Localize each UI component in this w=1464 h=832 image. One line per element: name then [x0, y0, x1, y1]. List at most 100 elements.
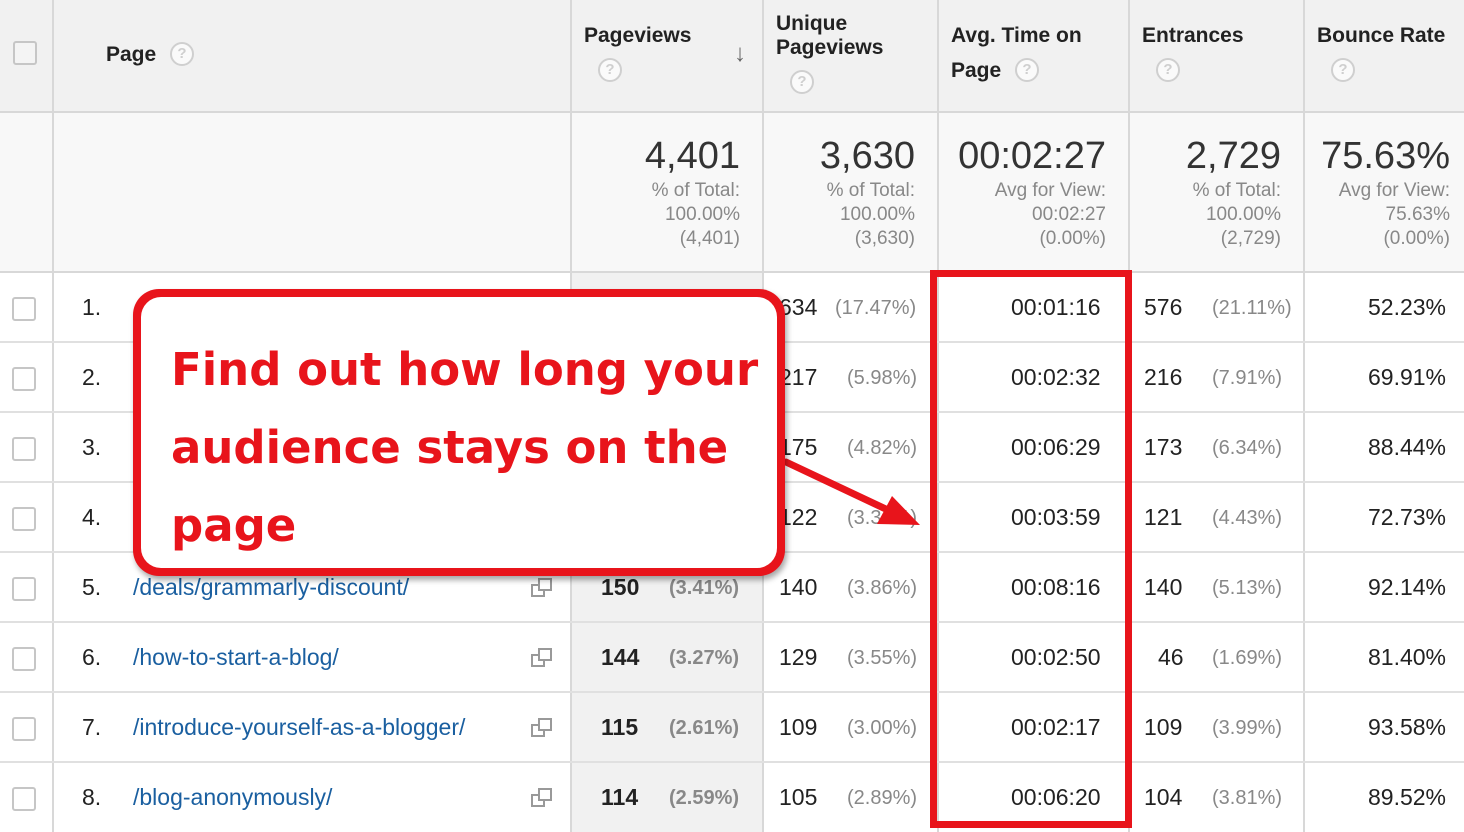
- pageviews-value: 114: [601, 784, 639, 810]
- help-icon[interactable]: ?: [1015, 58, 1039, 82]
- row-number: 3.: [82, 434, 102, 460]
- row-checkbox[interactable]: [12, 647, 36, 671]
- total-subtext: % of Total:: [651, 180, 740, 201]
- table-row: 6. /how-to-start-a-blog/ 144 (3.27%) 129…: [0, 623, 1464, 693]
- help-icon[interactable]: ?: [1331, 58, 1355, 82]
- unique-pageviews-value: 105: [779, 784, 818, 810]
- entrances-column-label: Entrances: [1142, 24, 1244, 47]
- callout-body: Find out how long your audience stays on…: [141, 297, 777, 568]
- bounce-rate-value: 88.44%: [1368, 434, 1447, 460]
- row-checkbox[interactable]: [12, 717, 36, 741]
- entrances-value: 46: [1158, 644, 1184, 670]
- pageviews-column-label: Pageviews: [584, 24, 692, 47]
- unique-pageviews-value: 109: [779, 714, 818, 740]
- row-number: 7.: [82, 714, 102, 740]
- pageviews-percent: (2.61%): [669, 717, 740, 739]
- help-icon[interactable]: ?: [598, 58, 622, 82]
- row-checkbox[interactable]: [12, 367, 36, 391]
- entrances-percent: (3.99%): [1212, 717, 1283, 739]
- annotation-callout: Find out how long your audience stays on…: [133, 289, 785, 576]
- pageviews-value: 150: [601, 574, 640, 600]
- entrances-value: 576: [1144, 294, 1183, 320]
- help-icon[interactable]: ?: [1156, 58, 1180, 82]
- row-number: 4.: [82, 504, 102, 530]
- total-subtext: (2,729): [1220, 228, 1281, 249]
- totals-pageviews-cell: 4,401 % of Total: 100.00% (4,401): [572, 113, 764, 273]
- total-unique-value: 3,630: [819, 135, 915, 177]
- entrances-value: 173: [1144, 434, 1183, 460]
- total-subtext: 100.00%: [664, 204, 740, 225]
- page-link[interactable]: /introduce-yourself-as-a-blogger/: [133, 714, 465, 741]
- avg-time-highlight-box: [930, 270, 1132, 828]
- page-link[interactable]: /deals/grammarly-discount/: [133, 574, 409, 601]
- header-unique-cell[interactable]: Unique Pageviews ?: [764, 0, 939, 113]
- bounce-rate-value: 81.40%: [1368, 644, 1447, 670]
- total-entrances-value: 2,729: [1185, 135, 1281, 177]
- total-subtext: 100.00%: [839, 204, 915, 225]
- total-subtext: (0.00%): [1039, 228, 1106, 249]
- pageviews-percent: (3.27%): [669, 647, 740, 669]
- bounce-column-label: Bounce Rate: [1317, 24, 1446, 47]
- totals-page-cell: [54, 113, 572, 273]
- sort-descending-icon[interactable]: ↓: [734, 40, 746, 68]
- help-icon[interactable]: ?: [170, 42, 194, 66]
- table-row: 7. /introduce-yourself-as-a-blogger/ 115…: [0, 693, 1464, 763]
- entrances-percent: (3.81%): [1212, 787, 1283, 809]
- unique-pageviews-percent: (2.89%): [847, 787, 918, 809]
- total-subtext: 75.63%: [1385, 204, 1450, 225]
- select-all-checkbox[interactable]: [13, 41, 37, 65]
- unique-pageviews-value: 129: [779, 644, 818, 670]
- header-checkbox-cell: [0, 0, 54, 113]
- unique-pageviews-percent: (3.36%): [847, 507, 918, 529]
- bounce-rate-value: 69.91%: [1368, 364, 1447, 390]
- entrances-percent: (4.43%): [1212, 507, 1283, 529]
- table-row: 8. /blog-anonymously/ 114 (2.59%) 105 (2…: [0, 763, 1464, 832]
- row-number: 6.: [82, 644, 102, 670]
- row-number: 1.: [82, 294, 102, 320]
- avgtime-column-label-line2: Page: [951, 59, 1002, 82]
- header-entrances-cell[interactable]: Entrances ?: [1130, 0, 1305, 113]
- unique-pageviews-percent: (17.47%): [835, 297, 917, 319]
- open-in-new-window-icon[interactable]: [531, 648, 553, 668]
- open-in-new-window-icon[interactable]: [531, 718, 553, 738]
- page-link[interactable]: /how-to-start-a-blog/: [133, 644, 339, 671]
- entrances-percent: (5.13%): [1212, 577, 1283, 599]
- page-column-label: Page: [106, 43, 157, 66]
- totals-avgtime-cell: 00:02:27 Avg for View: 00:02:27 (0.00%): [939, 113, 1130, 273]
- open-in-new-window-icon[interactable]: [531, 788, 553, 808]
- entrances-value: 121: [1144, 504, 1183, 530]
- row-checkbox[interactable]: [12, 437, 36, 461]
- total-avgtime-value: 00:02:27: [958, 135, 1106, 177]
- bounce-rate-value: 92.14%: [1368, 574, 1447, 600]
- help-icon[interactable]: ?: [790, 70, 814, 94]
- unique-pageviews-percent: (3.55%): [847, 647, 918, 669]
- row-checkbox[interactable]: [12, 507, 36, 531]
- entrances-value: 109: [1144, 714, 1183, 740]
- header-page-cell[interactable]: Page ?: [54, 0, 572, 113]
- totals-bounce-cell: 75.63% Avg for View: 75.63% (0.00%): [1305, 113, 1464, 273]
- unique-pageviews-percent: (3.86%): [847, 577, 918, 599]
- total-bounce-value: 75.63%: [1321, 135, 1450, 177]
- header-avgtime-cell[interactable]: Avg. Time on Page ?: [939, 0, 1130, 113]
- pageviews-percent: (3.41%): [669, 577, 740, 599]
- header-bounce-cell[interactable]: Bounce Rate ?: [1305, 0, 1464, 113]
- bounce-rate-value: 52.23%: [1368, 294, 1447, 320]
- total-subtext: % of Total:: [826, 180, 915, 201]
- total-subtext: Avg for View:: [994, 180, 1106, 201]
- open-in-new-window-icon[interactable]: [531, 578, 553, 598]
- bounce-rate-value: 93.58%: [1368, 714, 1447, 740]
- totals-blank-cell: [0, 113, 54, 273]
- row-checkbox[interactable]: [12, 297, 36, 321]
- entrances-percent: (21.11%): [1212, 297, 1292, 319]
- pageviews-value: 115: [601, 714, 639, 740]
- total-subtext: 100.00%: [1205, 204, 1281, 225]
- totals-entrances-cell: 2,729 % of Total: 100.00% (2,729): [1130, 113, 1305, 273]
- page-link[interactable]: /blog-anonymously/: [133, 784, 332, 811]
- unique-pageviews-percent: (4.82%): [847, 437, 918, 459]
- row-checkbox[interactable]: [12, 787, 36, 811]
- row-checkbox[interactable]: [12, 577, 36, 601]
- entrances-value: 104: [1144, 784, 1183, 810]
- bounce-rate-value: 89.52%: [1368, 784, 1447, 810]
- entrances-percent: (7.91%): [1212, 367, 1283, 389]
- total-subtext: (0.00%): [1383, 228, 1450, 249]
